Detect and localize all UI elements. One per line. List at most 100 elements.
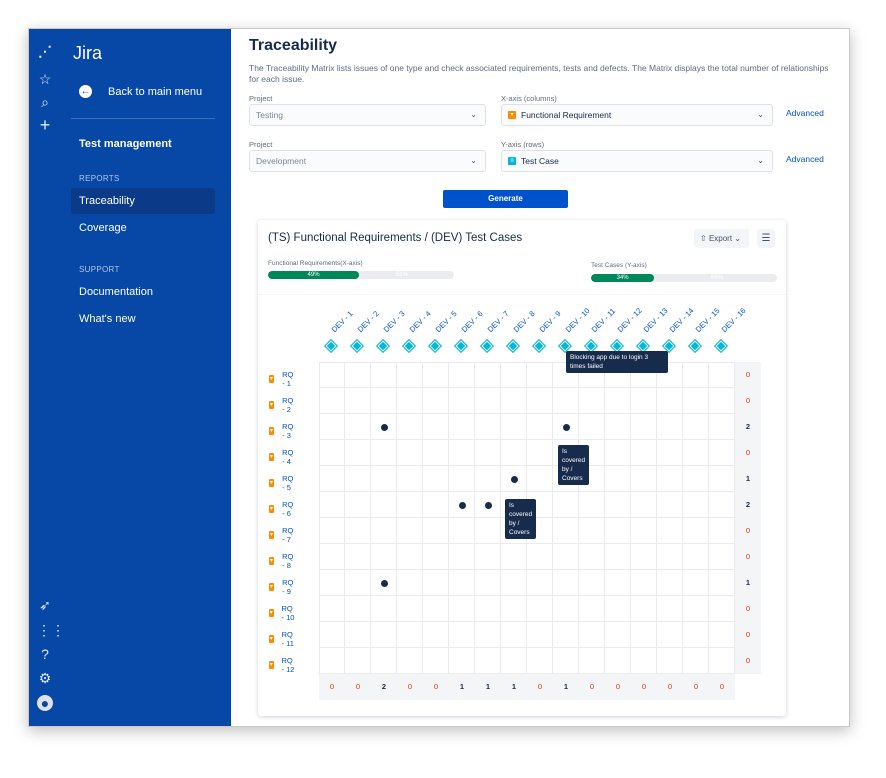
matrix-cell[interactable] xyxy=(579,518,605,544)
matrix-cell[interactable] xyxy=(579,648,605,674)
matrix-cell[interactable] xyxy=(371,388,397,414)
matrix-cell[interactable] xyxy=(449,388,475,414)
matrix-cell[interactable] xyxy=(423,596,449,622)
matrix-cell[interactable] xyxy=(657,414,683,440)
matrix-cell[interactable] xyxy=(449,518,475,544)
matrix-cell[interactable] xyxy=(527,648,553,674)
matrix-cell[interactable] xyxy=(345,362,371,388)
matrix-cell[interactable] xyxy=(527,596,553,622)
matrix-cell[interactable] xyxy=(631,492,657,518)
matrix-cell[interactable] xyxy=(397,570,423,596)
matrix-cell[interactable] xyxy=(579,388,605,414)
matrix-cell[interactable] xyxy=(449,544,475,570)
matrix-cell[interactable] xyxy=(709,414,735,440)
matrix-cell[interactable] xyxy=(397,388,423,414)
matrix-cell[interactable] xyxy=(371,622,397,648)
matrix-cell[interactable] xyxy=(605,440,631,466)
matrix-cell[interactable] xyxy=(657,648,683,674)
matrix-cell[interactable] xyxy=(319,388,345,414)
matrix-cell[interactable] xyxy=(371,466,397,492)
link-dot[interactable] xyxy=(459,502,466,509)
matrix-cell[interactable] xyxy=(345,466,371,492)
search-icon[interactable]: ⌕ xyxy=(37,94,53,110)
matrix-cell[interactable] xyxy=(475,596,501,622)
test-case-icon[interactable] xyxy=(375,338,391,354)
matrix-cell[interactable] xyxy=(319,362,345,388)
matrix-cell[interactable] xyxy=(345,414,371,440)
matrix-cell[interactable] xyxy=(579,622,605,648)
test-case-icon[interactable] xyxy=(531,338,547,354)
sidebar-item-documentation[interactable]: Documentation xyxy=(79,286,153,298)
matrix-cell[interactable] xyxy=(527,544,553,570)
matrix-cell[interactable] xyxy=(449,648,475,674)
matrix-cell[interactable] xyxy=(423,648,449,674)
matrix-cell[interactable] xyxy=(527,414,553,440)
row-header[interactable]: ▾ RQ - 6 xyxy=(269,500,296,518)
matrix-cell[interactable] xyxy=(397,362,423,388)
matrix-cell[interactable] xyxy=(345,570,371,596)
matrix-cell[interactable] xyxy=(423,466,449,492)
matrix-cell[interactable] xyxy=(345,648,371,674)
matrix-cell[interactable] xyxy=(683,596,709,622)
matrix-cell[interactable] xyxy=(683,388,709,414)
matrix-cell[interactable] xyxy=(605,622,631,648)
matrix-cell[interactable] xyxy=(449,570,475,596)
advanced-link-y[interactable]: Advanced xyxy=(786,154,824,164)
matrix-cell[interactable] xyxy=(397,622,423,648)
row-header[interactable]: ▾ RQ - 5 xyxy=(269,474,296,492)
matrix-cell[interactable] xyxy=(423,544,449,570)
matrix-cell[interactable] xyxy=(657,544,683,570)
matrix-cell[interactable] xyxy=(553,648,579,674)
matrix-cell[interactable] xyxy=(475,466,501,492)
matrix-cell[interactable] xyxy=(319,622,345,648)
matrix-cell[interactable] xyxy=(449,440,475,466)
matrix-cell[interactable] xyxy=(475,648,501,674)
row-header[interactable]: ▾ RQ - 9 xyxy=(269,578,296,596)
test-case-icon[interactable] xyxy=(323,338,339,354)
matrix-cell[interactable] xyxy=(501,362,527,388)
matrix-cell[interactable] xyxy=(397,414,423,440)
matrix-cell[interactable] xyxy=(449,596,475,622)
matrix-cell[interactable] xyxy=(475,518,501,544)
matrix-cell[interactable] xyxy=(709,622,735,648)
row-header[interactable]: ▾ RQ - 4 xyxy=(269,448,296,466)
column-header[interactable]: DEV - 1 xyxy=(330,309,355,334)
link-dot[interactable] xyxy=(381,424,388,431)
matrix-cell[interactable] xyxy=(709,440,735,466)
project2-select[interactable]: Development ⌄ xyxy=(249,150,486,172)
plus-icon[interactable]: + xyxy=(37,116,53,134)
column-header[interactable]: DEV - 15 xyxy=(694,306,722,334)
column-header[interactable]: DEV - 8 xyxy=(512,309,537,334)
matrix-cell[interactable] xyxy=(449,362,475,388)
matrix-cell[interactable] xyxy=(319,414,345,440)
matrix-cell[interactable] xyxy=(631,388,657,414)
matrix-cell[interactable] xyxy=(683,544,709,570)
matrix-cell[interactable] xyxy=(371,362,397,388)
test-case-icon[interactable] xyxy=(583,338,599,354)
matrix-cell[interactable] xyxy=(683,648,709,674)
matrix-cell[interactable] xyxy=(657,492,683,518)
matrix-cell[interactable] xyxy=(657,440,683,466)
matrix-cell[interactable] xyxy=(501,440,527,466)
sidebar-item-traceability[interactable]: Traceability xyxy=(79,195,135,207)
matrix-cell[interactable] xyxy=(553,596,579,622)
matrix-cell[interactable] xyxy=(605,414,631,440)
matrix-cell[interactable] xyxy=(423,518,449,544)
matrix-cell[interactable] xyxy=(345,518,371,544)
matrix-cell[interactable] xyxy=(579,596,605,622)
matrix-cell[interactable] xyxy=(657,570,683,596)
matrix-cell[interactable] xyxy=(475,388,501,414)
matrix-cell[interactable] xyxy=(397,440,423,466)
matrix-cell[interactable] xyxy=(319,518,345,544)
column-header[interactable]: DEV - 9 xyxy=(538,309,563,334)
matrix-cell[interactable] xyxy=(319,440,345,466)
matrix-cell[interactable] xyxy=(345,596,371,622)
matrix-cell[interactable] xyxy=(605,518,631,544)
matrix-cell[interactable] xyxy=(527,622,553,648)
matrix-cell[interactable] xyxy=(683,518,709,544)
matrix-cell[interactable] xyxy=(319,596,345,622)
matrix-cell[interactable] xyxy=(475,440,501,466)
matrix-cell[interactable] xyxy=(709,596,735,622)
sidebar-item-whats-new[interactable]: What's new xyxy=(79,313,136,325)
matrix-cell[interactable] xyxy=(527,440,553,466)
